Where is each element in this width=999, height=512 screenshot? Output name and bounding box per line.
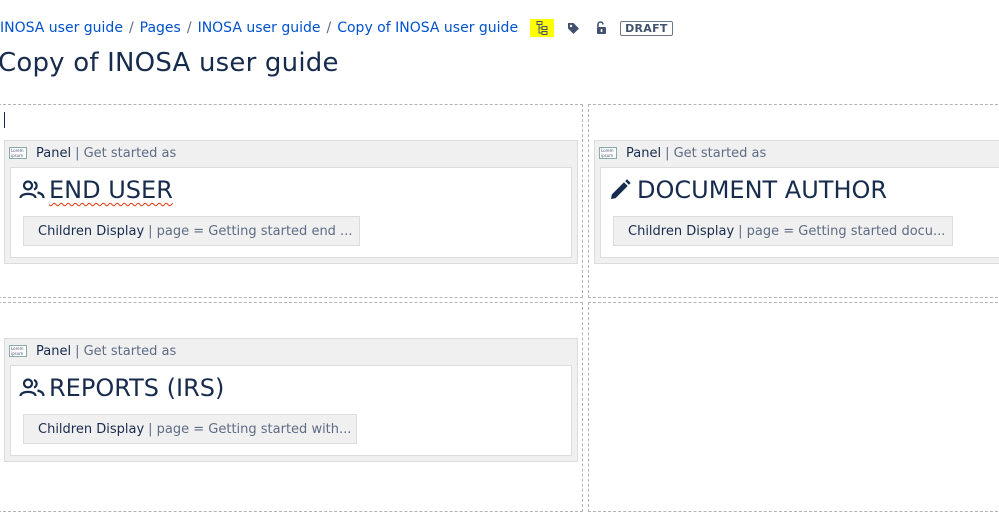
page-tools: DRAFT: [530, 19, 673, 37]
breadcrumb: INOSA user guide / Pages / INOSA user gu…: [0, 18, 673, 38]
panel-body[interactable]: REPORTS (IRS) Children Display | page = …: [10, 365, 572, 456]
children-display-name: Children Display: [628, 223, 735, 239]
breadcrumb-link-current[interactable]: Copy of INOSA user guide: [337, 20, 518, 36]
panel-body[interactable]: END USER Children Display | page = Getti…: [10, 167, 572, 258]
draft-status-badge: DRAFT: [620, 20, 673, 36]
breadcrumb-link-space[interactable]: INOSA user guide: [0, 20, 123, 36]
users-icon: [19, 180, 45, 199]
panel-heading-text: REPORTS (IRS): [49, 374, 225, 402]
children-display-name: Children Display: [38, 223, 145, 239]
panel-macro-name: Panel: [36, 343, 72, 359]
users-icon: [19, 378, 45, 397]
panel-heading: DOCUMENT AUTHOR: [609, 176, 887, 204]
panel-macro-reports[interactable]: Lorem ipsum Panel | Get started as REPOR…: [4, 338, 578, 462]
panel-heading-text: END USER: [49, 176, 173, 204]
breadcrumb-link-parent[interactable]: INOSA user guide: [198, 20, 321, 36]
breadcrumb-separator: /: [128, 20, 134, 36]
breadcrumb-separator: /: [186, 20, 192, 36]
panel-heading: REPORTS (IRS): [19, 374, 224, 402]
panel-macro-header: Lorem ipsum Panel | Get started as: [5, 141, 577, 165]
breadcrumb-link-pages[interactable]: Pages: [140, 20, 181, 36]
panel-macro-params: | Get started as: [75, 145, 177, 161]
panel-macro-icon: Lorem ipsum: [599, 147, 617, 159]
panel-heading: END USER: [19, 176, 173, 204]
children-display-params: | page = Getting started docu...: [738, 223, 946, 239]
breadcrumb-separator: /: [326, 20, 332, 36]
panel-macro-icon: Lorem ipsum: [9, 147, 27, 159]
page-tree-icon[interactable]: [530, 19, 555, 37]
label-tag-icon[interactable]: [564, 19, 582, 37]
children-display-macro[interactable]: Children Display | page = Getting starte…: [613, 216, 953, 246]
children-display-name: Children Display: [38, 421, 145, 437]
children-display-macro[interactable]: Children Display | page = Getting starte…: [23, 216, 360, 246]
pencil-icon: [611, 179, 631, 199]
unlocked-restrictions-icon[interactable]: [592, 19, 610, 37]
layout-cell-bottom-right[interactable]: [588, 302, 999, 512]
panel-macro-document-author[interactable]: Lorem ipsum Panel | Get started as DOCUM…: [594, 140, 999, 264]
panel-macro-name: Panel: [626, 145, 662, 161]
text-cursor: [4, 112, 5, 128]
children-display-macro[interactable]: Children Display | page = Getting starte…: [23, 414, 357, 444]
children-display-params: | page = Getting started end ...: [148, 223, 353, 239]
panel-macro-header: Lorem ipsum Panel | Get started as: [5, 339, 577, 363]
panel-macro-params: | Get started as: [665, 145, 767, 161]
panel-macro-header: Lorem ipsum Panel | Get started as: [595, 141, 999, 165]
panel-body[interactable]: DOCUMENT AUTHOR Children Display | page …: [600, 167, 999, 258]
children-display-params: | page = Getting started with...: [148, 421, 352, 437]
panel-macro-icon: Lorem ipsum: [9, 345, 27, 357]
panel-heading-text: DOCUMENT AUTHOR: [637, 176, 888, 204]
page-title[interactable]: Copy of INOSA user guide: [0, 48, 339, 78]
panel-macro-end-user[interactable]: Lorem ipsum Panel | Get started as END U…: [4, 140, 578, 264]
panel-macro-params: | Get started as: [75, 343, 177, 359]
panel-macro-name: Panel: [36, 145, 72, 161]
